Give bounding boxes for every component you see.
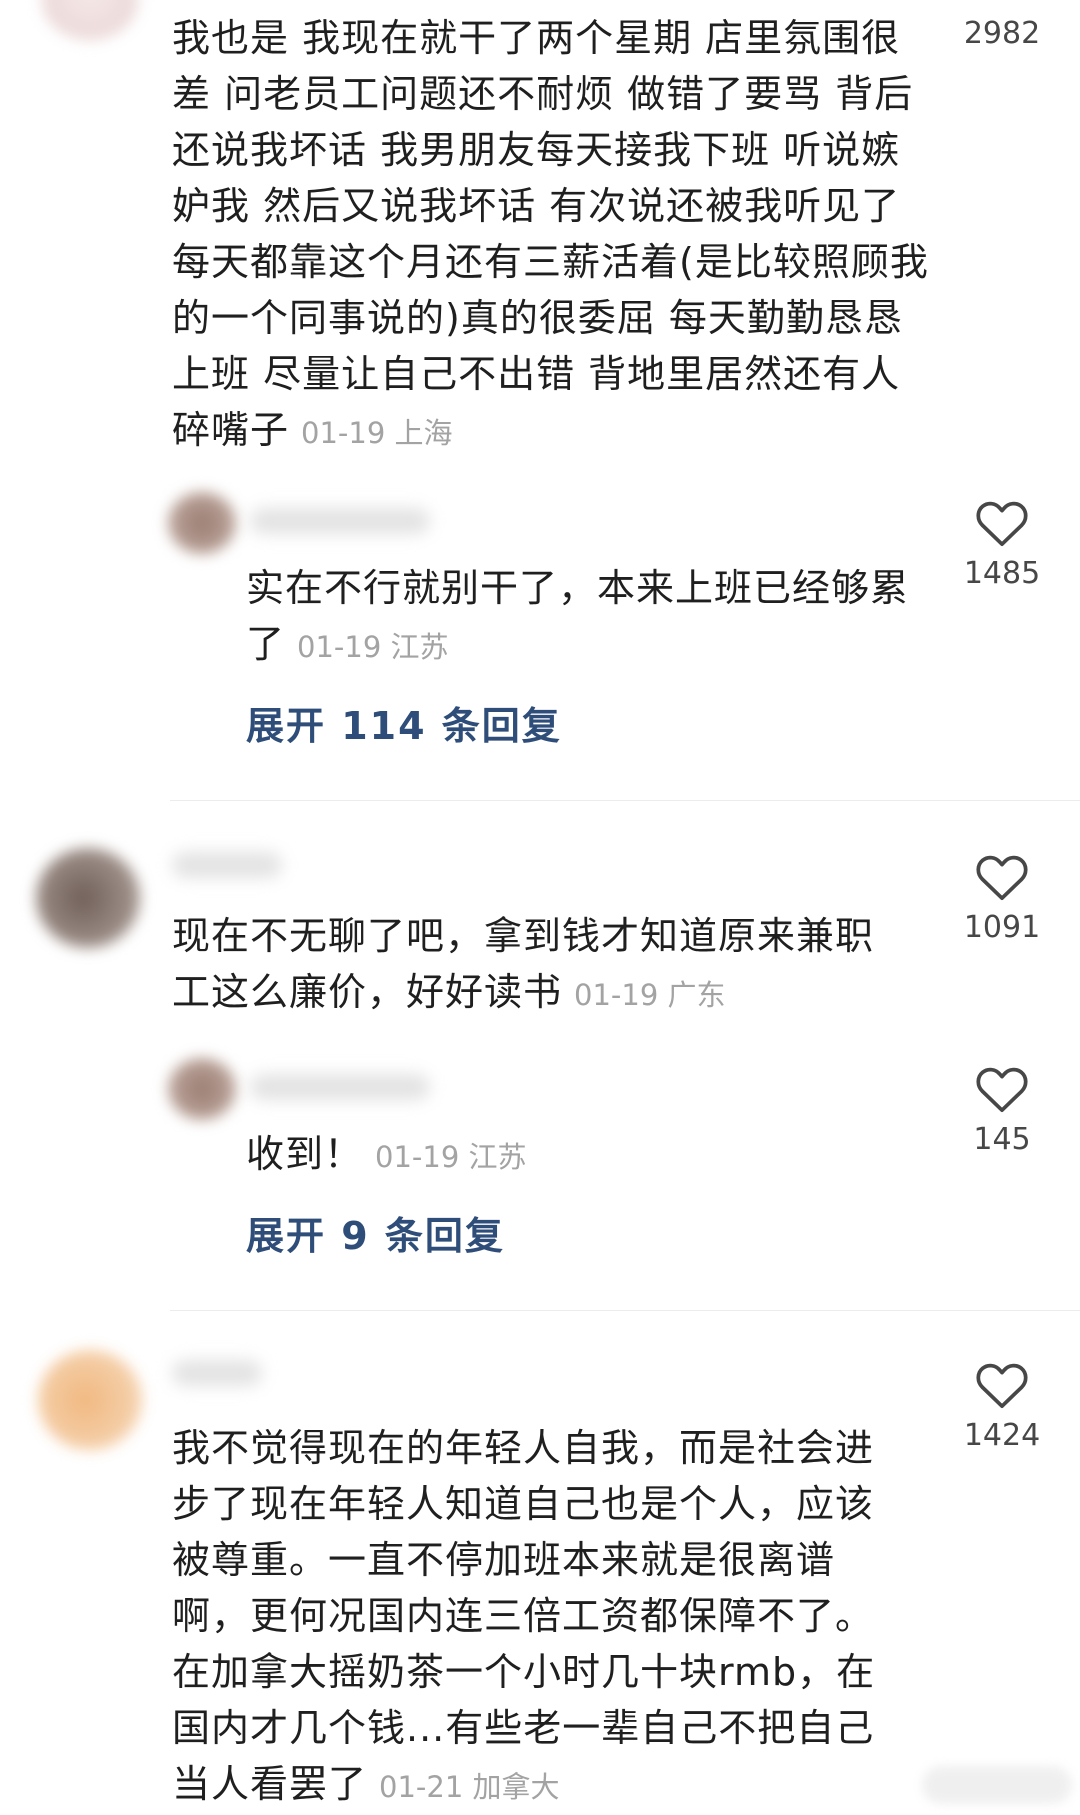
divider [170, 1310, 1080, 1311]
avatar[interactable] [168, 1058, 236, 1120]
comment-text: 现在不无聊了吧，拿到钱才知道原来兼职工这么廉价，好好读书 [172, 914, 875, 1014]
like-button[interactable]: 1091 [942, 850, 1062, 948]
comment-text: 我不觉得现在的年轻人自我，而是社会进步了现在年轻人知道自己也是个人，应该被尊重。… [172, 1426, 876, 1806]
comment-text: 我也是 我现在就干了两个星期 店里氛围很差 问老员工问题还不耐烦 做错了要骂 背… [172, 16, 929, 452]
heart-outline-icon [976, 1067, 1028, 1113]
reply-meta: 01-19 江苏 [375, 1140, 527, 1174]
heart-outline-icon [976, 1363, 1028, 1409]
watermark [922, 1766, 1072, 1804]
comment-body: 我也是 我现在就干了两个星期 店里氛围很差 问老员工问题还不耐烦 做错了要骂 背… [172, 10, 932, 461]
like-count: 1485 [963, 556, 1041, 591]
username-blurred[interactable] [250, 1074, 430, 1100]
reply-body: 实在不行就别干了，本来上班已经够累了 01-19 江苏 [246, 560, 926, 675]
username-blurred[interactable] [172, 1360, 262, 1386]
username-blurred[interactable] [250, 508, 430, 534]
heart-outline-icon [976, 501, 1028, 547]
reply-body: 收到！ 01-19 江苏 [246, 1126, 926, 1185]
avatar[interactable] [168, 492, 236, 554]
heart-outline-icon [976, 855, 1028, 901]
expand-replies-link[interactable]: 展开 9 条回复 [246, 1208, 505, 1264]
avatar[interactable] [36, 848, 140, 948]
comment-meta: 01-19 上海 [301, 416, 453, 450]
like-button[interactable]: 1485 [942, 496, 1062, 594]
like-count: 2982 [963, 16, 1041, 51]
comment-meta: 01-19 广东 [574, 978, 726, 1012]
avatar[interactable] [42, 0, 138, 40]
avatar[interactable] [38, 1350, 142, 1450]
like-count: 1424 [963, 1418, 1041, 1453]
reply-meta: 01-19 江苏 [297, 630, 449, 664]
comment-meta: 01-21 加拿大 [379, 1770, 560, 1804]
like-button[interactable]: 145 [942, 1062, 1062, 1160]
divider [170, 800, 1080, 801]
expand-replies-link[interactable]: 展开 114 条回复 [246, 698, 562, 754]
like-button[interactable]: 1424 [942, 1358, 1062, 1456]
like-count: 145 [973, 1122, 1031, 1157]
comment-body: 我不觉得现在的年轻人自我，而是社会进步了现在年轻人知道自己也是个人，应该被尊重。… [172, 1420, 912, 1815]
like-count: 1091 [963, 910, 1041, 945]
username-blurred[interactable] [172, 852, 282, 878]
comment-body: 现在不无聊了吧，拿到钱才知道原来兼职工这么廉价，好好读书 01-19 广东 [172, 908, 902, 1023]
reply-text: 收到！ [246, 1132, 364, 1176]
